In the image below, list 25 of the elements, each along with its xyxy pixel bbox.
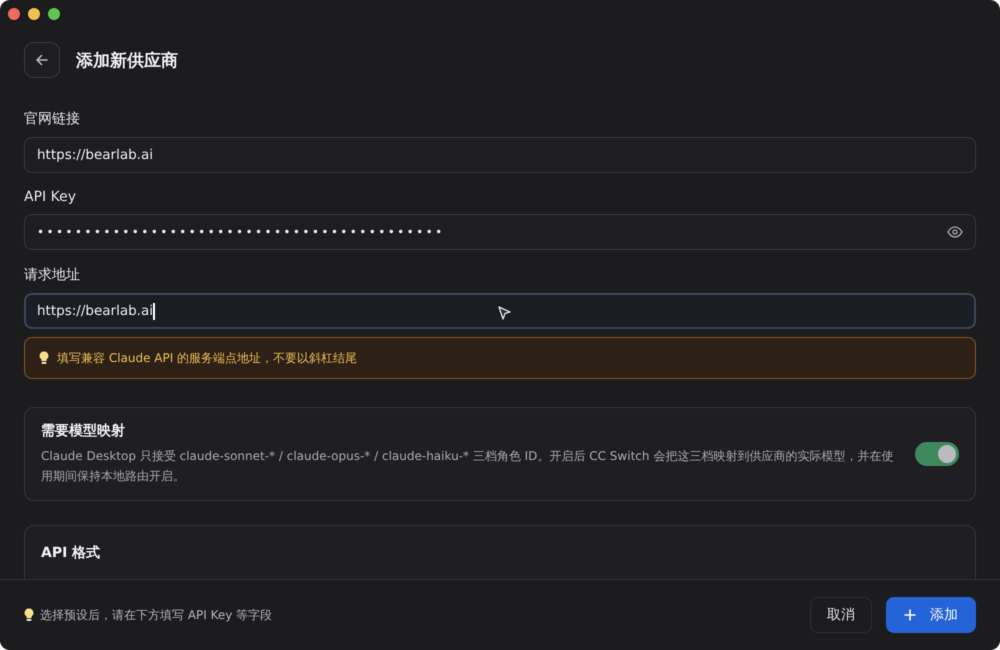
api-key-field[interactable]: ••••••••••••••••••••••••••••••••••••••••••• — [24, 214, 976, 250]
back-button[interactable] — [24, 42, 60, 78]
page-title: 添加新供应商 — [76, 50, 178, 72]
plus-icon — [904, 609, 916, 621]
mapping-toggle[interactable] — [915, 442, 959, 466]
footer-tip: 选择预设后，请在下方填写 API Key 等字段 — [40, 606, 272, 624]
field-label: 官网链接 — [24, 110, 81, 128]
input-field[interactable]: https://bearlab.ai — [24, 293, 976, 329]
input-field[interactable]: https://bearlab.ai — [24, 137, 976, 173]
zoom-window-button[interactable] — [48, 8, 60, 20]
minimize-window-button[interactable] — [28, 8, 40, 20]
add-button[interactable]: 添加 — [886, 597, 976, 633]
lightbulb-icon — [24, 608, 34, 622]
field-label: API Key — [24, 189, 77, 205]
pointer-cursor-icon — [496, 305, 512, 321]
lightbulb-icon — [39, 351, 49, 365]
close-window-button[interactable] — [8, 8, 20, 20]
api-format-title: API 格式 — [41, 544, 100, 562]
mapping-title: 需要模型映射 — [41, 422, 126, 440]
field-label: 请求地址 — [24, 266, 81, 284]
mapping-description: Claude Desktop 只接受 claude-sonnet-* / claude-opus-* / claude-haiku-* 三档角色 ID。开启后 CC Switch 会把这三档映射到供应商的实际模型，并在使用期间保持本地路由开启。 — [41, 448, 894, 485]
show-password-icon[interactable] — [947, 226, 963, 238]
cancel-button[interactable]: 取消 — [810, 597, 872, 633]
hint-text: 填写兼容 Claude API 的服务端点地址，不要以斜杠结尾 — [57, 350, 358, 366]
back-arrow-icon — [35, 53, 49, 67]
